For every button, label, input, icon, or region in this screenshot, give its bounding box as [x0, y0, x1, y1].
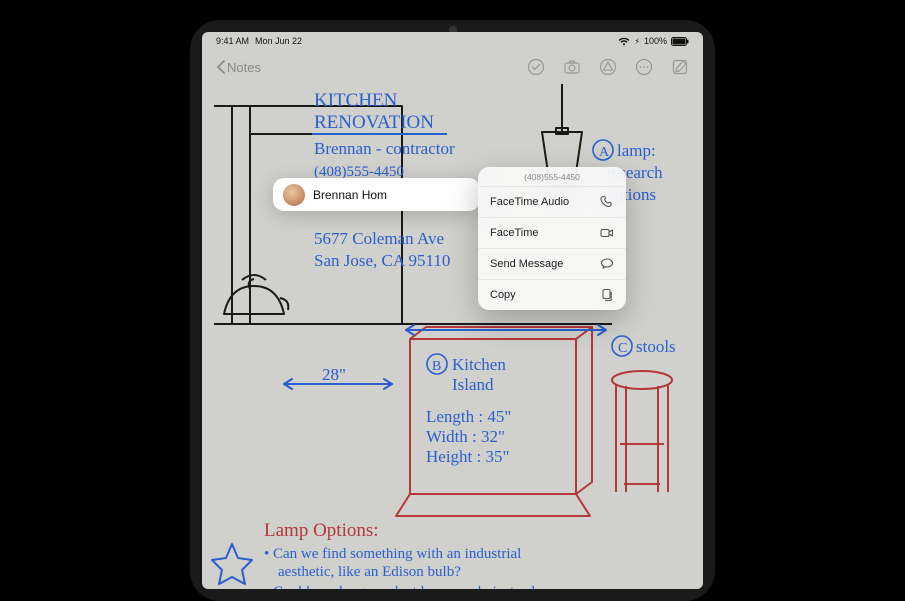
hw-island2: Island — [452, 375, 494, 394]
hw-title-1: KITCHEN — [314, 90, 398, 111]
hw-lamp1: lamp: — [617, 141, 656, 160]
menu-label: FaceTime Audio — [490, 196, 569, 208]
hw-stools: stools — [636, 337, 676, 356]
menu-copy[interactable]: Copy — [478, 279, 626, 310]
hw-addr2: San Jose, CA 95110 — [314, 251, 450, 270]
contact-chip[interactable]: Brennan Hom — [273, 178, 480, 211]
hw-addr1: 5677 Coleman Ave — [314, 229, 444, 248]
battery-icon — [671, 37, 689, 46]
menu-phone: (408)555-4450 — [478, 167, 626, 186]
back-button[interactable]: Notes — [216, 60, 261, 75]
checkmark-icon[interactable] — [527, 58, 545, 76]
menu-facetime-audio[interactable]: FaceTime Audio — [478, 186, 626, 217]
screen: 9:41 AM Mon Jun 22 ⚡︎ 100% Notes — [202, 32, 703, 589]
hw-dim-h: Height : 35" — [426, 447, 509, 466]
handwriting-canvas[interactable]: KITCHEN RENOVATION Brennan - contractor … — [202, 84, 703, 589]
status-date: Mon Jun 22 — [255, 36, 302, 46]
menu-facetime[interactable]: FaceTime — [478, 217, 626, 248]
nav-bar: Notes — [202, 50, 703, 84]
menu-label: FaceTime — [490, 227, 539, 239]
menu-label: Copy — [490, 289, 516, 301]
menu-send-message[interactable]: Send Message — [478, 248, 626, 279]
avatar — [283, 184, 305, 206]
hw-label-b: B — [432, 359, 441, 374]
hw-opt-head: Lamp Options: — [264, 520, 379, 541]
hw-contractor: Brennan - contractor — [314, 139, 455, 158]
battery-pct: 100% — [644, 36, 667, 46]
contact-name: Brennan Hom — [313, 188, 387, 202]
phone-icon — [600, 195, 614, 209]
more-icon[interactable] — [635, 58, 653, 76]
hw-island1: Kitchen — [452, 355, 506, 374]
hw-dim-l: Length : 45" — [426, 407, 511, 426]
status-time: 9:41 AM — [216, 36, 249, 46]
hw-opt1b: aesthetic, like an Edison bulb? — [278, 564, 461, 580]
context-menu: (408)555-4450 FaceTime Audio FaceTime Se… — [478, 167, 626, 310]
wifi-icon — [618, 37, 630, 46]
back-label: Notes — [227, 60, 261, 75]
hw-28: 28" — [322, 365, 346, 384]
hw-label-c: C — [618, 341, 627, 356]
svg-text:• Can we find something with a: • Can we find something with an industri… — [264, 546, 521, 562]
hw-title-2: RENOVATION — [314, 112, 434, 133]
message-icon — [600, 257, 614, 271]
hw-label-a: A — [599, 145, 610, 160]
menu-label: Send Message — [490, 258, 563, 270]
status-bar: 9:41 AM Mon Jun 22 ⚡︎ 100% — [202, 32, 703, 50]
svg-text:• Could one long pendant lamp: • Could one long pendant lamp work, inst… — [264, 584, 536, 589]
hw-dim-w: Width : 32" — [426, 427, 505, 446]
markup-icon[interactable] — [599, 58, 617, 76]
ipad-frame: 9:41 AM Mon Jun 22 ⚡︎ 100% Notes — [190, 20, 715, 601]
charge-icon: ⚡︎ — [634, 37, 640, 46]
copy-icon — [600, 288, 614, 302]
video-icon — [600, 226, 614, 240]
hw-opt2: Could one long pendant lamp work, instea… — [273, 584, 536, 589]
hw-opt1: Can we find something with an industrial — [273, 546, 521, 562]
camera-icon[interactable] — [563, 58, 581, 76]
compose-icon[interactable] — [671, 58, 689, 76]
